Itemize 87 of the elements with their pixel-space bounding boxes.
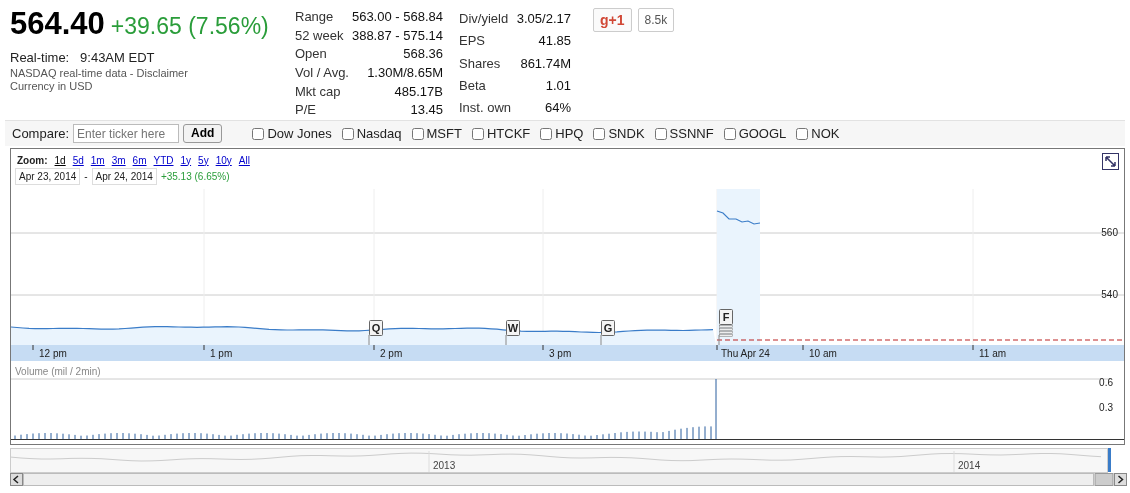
stat-label: Mkt cap <box>295 82 342 101</box>
price-change: +39.65 (7.56%) <box>110 12 269 41</box>
ticker-checkbox[interactable] <box>471 127 484 140</box>
ticker-checkbox[interactable] <box>654 127 667 140</box>
volume-axis-label: 0.6 <box>1099 377 1113 388</box>
stat-value: 64% <box>543 99 571 118</box>
data-source-note: NASDAQ real-time data - <box>10 67 135 79</box>
start-date-field[interactable]: Apr 23, 2014 <box>15 167 81 185</box>
ticker-label: SNDK <box>608 124 645 143</box>
stat-label: Beta <box>459 77 487 96</box>
stat-value: 485.17B <box>393 82 443 101</box>
stat-label: 52 week <box>295 26 345 45</box>
volume-title: Volume (mil / 2min) <box>14 365 102 377</box>
stat-label: EPS <box>459 32 486 51</box>
plus-one-count: 8.5k <box>637 8 675 32</box>
add-button[interactable]: Add <box>183 124 223 143</box>
event-flag[interactable]: F <box>718 309 733 346</box>
disclaimer-link[interactable]: Disclaimer <box>136 67 188 79</box>
navigator-year-label: 2014 <box>958 460 981 471</box>
scroll-thumb[interactable] <box>1094 473 1114 486</box>
ticker-checkbox[interactable] <box>341 127 354 140</box>
x-axis-label: 11 am <box>979 348 1007 359</box>
ticker-checkbox[interactable] <box>540 127 553 140</box>
stat-value: 1.01 <box>544 77 571 96</box>
end-date-field[interactable]: Apr 24, 2014 <box>91 167 157 185</box>
stock-price: 564.40 <box>10 8 105 39</box>
y-axis-label: 540 <box>1101 289 1118 300</box>
currency-note: Currency in USD <box>10 79 94 93</box>
ticker-checkbox[interactable] <box>796 127 809 140</box>
ticker-checkbox[interactable] <box>252 127 265 140</box>
x-axis-label: 3 pm <box>549 348 572 359</box>
ticker-checkbox[interactable] <box>411 127 424 140</box>
ticker-label: Nasdaq <box>356 124 402 143</box>
price-line <box>716 210 761 225</box>
stat-value: 41.85 <box>537 32 571 51</box>
ticker-label: HPQ <box>555 124 584 143</box>
stat-label: Range <box>295 8 335 27</box>
zoom-range-link[interactable]: 10y <box>215 152 232 168</box>
zoom-range-link[interactable]: 1y <box>180 152 192 168</box>
zoom-range-link[interactable]: YTD <box>153 152 174 168</box>
x-axis-label: 12 pm <box>39 348 67 359</box>
stat-value: 1.30M/8.65M <box>366 64 443 82</box>
ticker-label: Dow Jones <box>267 124 332 143</box>
ticker-label: GOOGL <box>738 124 787 143</box>
range-change: +35.13 (6.65%) <box>160 169 230 184</box>
realtime-time: Real-time: 9:43AM EDT <box>10 48 156 67</box>
stat-value: 3.05/2.17 <box>515 9 571 28</box>
navigator-handle[interactable] <box>1108 448 1111 472</box>
navigator-year-label: 2013 <box>433 460 456 471</box>
stat-value: 861.74M <box>519 54 571 73</box>
stat-label: Div/yield <box>459 9 510 28</box>
date-separator: - <box>84 169 88 184</box>
stat-label: P/E <box>295 101 317 120</box>
volume-axis-label: 0.3 <box>1099 402 1113 413</box>
stat-label: Shares <box>459 54 502 73</box>
zoom-range-link[interactable]: 3m <box>111 152 126 168</box>
stat-label: Inst. own <box>459 99 513 118</box>
y-axis-label: 560 <box>1101 227 1118 238</box>
scroll-right-icon[interactable] <box>1114 473 1127 486</box>
zoom-range-link[interactable]: 5d <box>72 152 84 168</box>
stat-label: Vol / Avg. <box>295 64 350 82</box>
scroll-left-icon[interactable] <box>10 473 23 486</box>
stat-value: 563.00 - 568.84 <box>350 8 443 27</box>
ticker-label: HTCKF <box>486 124 531 143</box>
zoom-range-link[interactable]: 6m <box>132 152 147 168</box>
zoom-range-link[interactable]: 5y <box>198 152 209 168</box>
x-axis-label: Thu Apr 24 <box>721 348 770 359</box>
x-axis-label: 2 pm <box>380 348 403 359</box>
ticker-label: NOK <box>811 124 840 143</box>
compare-label: Compare: <box>12 124 70 143</box>
expand-icon[interactable] <box>1102 153 1119 170</box>
zoom-range-link[interactable]: 1d <box>54 152 66 168</box>
ticker-label: SSNNF <box>669 124 714 143</box>
stat-value: 13.45 <box>409 101 443 120</box>
stat-value: 568.36 <box>402 45 443 64</box>
stat-value: 388.87 - 575.14 <box>350 26 443 45</box>
x-axis-label: 10 am <box>809 348 837 359</box>
plus-one-button[interactable]: g+1 <box>593 8 632 32</box>
x-axis-label: 1 pm <box>210 348 233 359</box>
zoom-range-link[interactable]: 1m <box>90 152 105 168</box>
zoom-label: Zoom: <box>17 153 48 168</box>
stat-label: Open <box>295 45 328 64</box>
ticker-input[interactable]: Enter ticker here <box>73 124 180 143</box>
ticker-checkbox[interactable] <box>593 127 606 140</box>
ticker-label: MSFT <box>426 124 462 143</box>
ticker-checkbox[interactable] <box>723 127 736 140</box>
zoom-range-link[interactable]: All <box>238 152 250 168</box>
